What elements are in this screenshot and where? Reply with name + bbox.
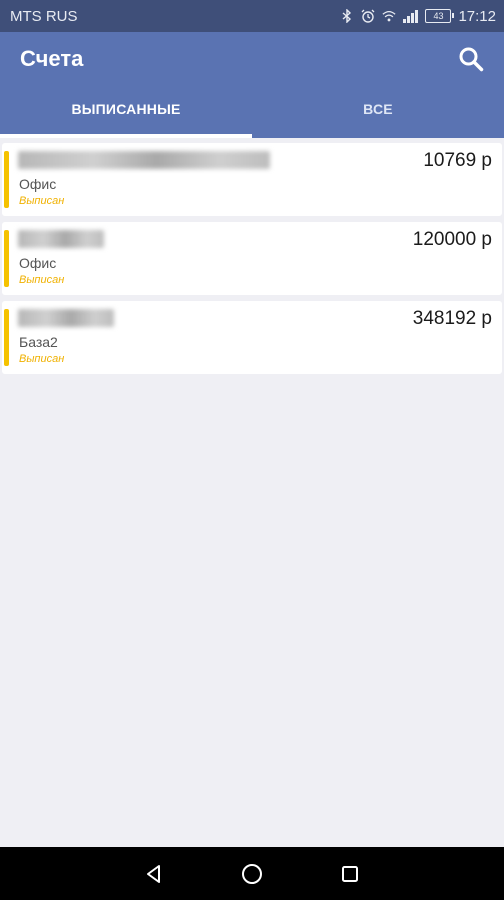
recents-icon bbox=[342, 865, 358, 882]
search-icon bbox=[459, 47, 484, 72]
invoice-department: Офис bbox=[19, 255, 57, 271]
tab-indicator bbox=[0, 134, 252, 138]
search-button[interactable] bbox=[454, 42, 488, 76]
invoice-amount: 120000 р bbox=[412, 229, 492, 250]
blurred-client-name bbox=[18, 151, 270, 169]
battery-icon: 43 bbox=[425, 9, 455, 23]
invoice-card[interactable]: 120000 р Офис Выписан bbox=[2, 222, 502, 295]
invoice-list: 10769 р Офис Выписан 120000 р Офис Выпис… bbox=[0, 143, 504, 380]
clock: 17:12 bbox=[458, 7, 496, 25]
back-icon bbox=[147, 864, 160, 883]
blurred-client-name bbox=[18, 230, 104, 248]
bluetooth-icon bbox=[340, 8, 354, 24]
app-bar: Счета ВЫПИСАННЫЕ ВСЕ bbox=[0, 32, 504, 138]
status-accent-bar bbox=[4, 309, 9, 366]
invoice-department: Офис bbox=[19, 176, 57, 192]
invoice-card[interactable]: 10769 р Офис Выписан bbox=[2, 143, 502, 216]
tab-bar: ВЫПИСАННЫЕ ВСЕ bbox=[0, 84, 504, 134]
invoice-card[interactable]: 348192 р База2 Выписан bbox=[2, 301, 502, 374]
home-icon bbox=[242, 863, 262, 884]
tab-issued[interactable]: ВЫПИСАННЫЕ bbox=[0, 84, 252, 134]
status-icons: 43 17:12 bbox=[340, 8, 496, 25]
navigation-bar bbox=[0, 847, 504, 900]
tab-all[interactable]: ВСЕ bbox=[252, 84, 504, 134]
page-title: Счета bbox=[20, 46, 84, 71]
home-button[interactable] bbox=[237, 859, 267, 889]
status-accent-bar bbox=[4, 230, 9, 287]
signal-icon bbox=[403, 9, 419, 23]
status-accent-bar bbox=[4, 151, 9, 208]
invoice-status: Выписан bbox=[19, 195, 65, 207]
alarm-icon bbox=[361, 8, 375, 24]
carrier-label: MTS RUS bbox=[10, 7, 78, 25]
invoice-status: Выписан bbox=[19, 274, 65, 286]
recents-button[interactable] bbox=[335, 859, 365, 889]
back-button[interactable] bbox=[139, 859, 169, 889]
status-bar: MTS RUS 43 17:12 bbox=[0, 0, 504, 32]
invoice-department: База2 bbox=[19, 334, 58, 350]
invoice-amount: 348192 р bbox=[412, 308, 492, 329]
invoice-amount: 10769 р bbox=[423, 150, 492, 171]
wifi-icon bbox=[382, 8, 396, 24]
blurred-client-name bbox=[18, 309, 114, 327]
invoice-status: Выписан bbox=[19, 353, 65, 365]
